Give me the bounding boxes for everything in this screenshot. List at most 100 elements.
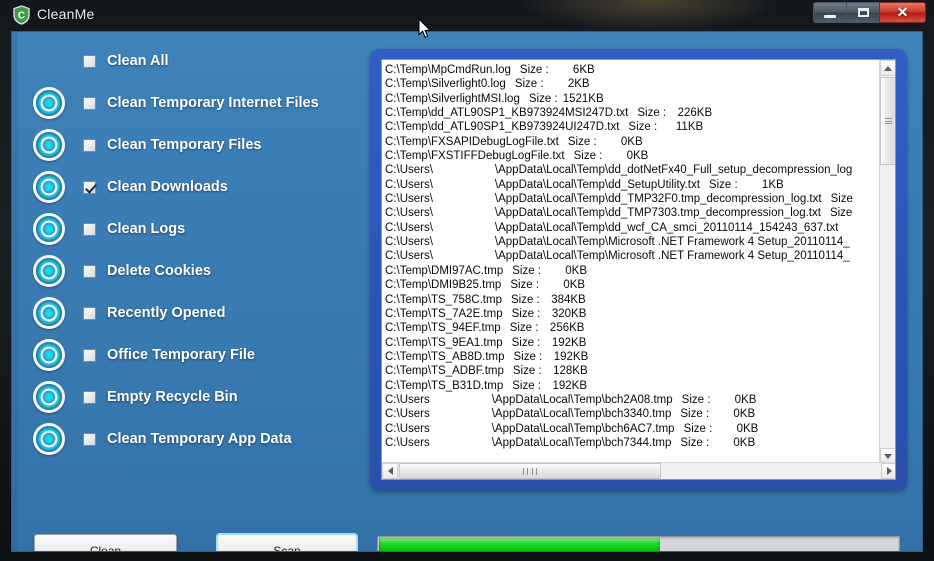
file-path: C:\Temp\TS_B31D.tmp	[385, 379, 504, 392]
file-size-value: 0KB	[565, 264, 587, 277]
file-path: \AppData\Local\Temp\dd_dotNetFx40_Full_s…	[494, 164, 853, 177]
file-list-row[interactable]: C:\Users \AppData\Local\Temp\bch2A08.tmp S…	[385, 393, 865, 407]
file-path: C:\Temp\dd_ATL90SP1_KB973924UI247D.txt	[385, 121, 620, 134]
file-size-value: 128KB	[553, 365, 588, 378]
scroll-grip-icon	[884, 116, 892, 125]
file-list-row[interactable]: C:\Temp\DMI97AC.tmp Size : 0KB	[385, 264, 865, 278]
file-list-row[interactable]: C:\Temp\TS_7A2E.tmp Size : 320KB	[385, 307, 865, 321]
file-list-row[interactable]: C:\Temp\TS_9EA1.tmp Size : 192KB	[385, 336, 865, 350]
option-checkbox[interactable]	[83, 54, 96, 68]
horizontal-scroll-thumb[interactable]	[399, 463, 661, 479]
scan-button[interactable]: Scan	[216, 533, 358, 551]
left-stripe	[12, 32, 18, 551]
option-indicator-icon[interactable]	[33, 255, 65, 287]
option-row[interactable]: Clean Logs	[20, 208, 365, 250]
window-controls: ✕	[813, 2, 926, 26]
file-size-value: 384KB	[551, 293, 586, 306]
option-label: Delete Cookies	[107, 263, 211, 279]
option-checkbox[interactable]	[83, 180, 96, 194]
file-path-prefix: C:\Users	[385, 422, 430, 435]
file-path: C:\Temp\TS_9EA1.tmp	[385, 336, 503, 349]
file-list-box[interactable]: C:\Temp\MpCmdRun.log Size :6KB C:\Temp\Sil…	[381, 59, 896, 480]
option-row[interactable]: Clean Temporary Internet Files	[20, 82, 365, 124]
file-path: \AppData\Local\Temp\dd_SetupUtility.txt	[494, 178, 700, 191]
file-size-label: Size :	[681, 393, 711, 406]
close-button[interactable]: ✕	[879, 2, 926, 23]
file-list-row[interactable]: C:\Users \AppData\Local\Temp\bch6AC7.tmp S…	[385, 422, 865, 436]
option-row[interactable]: Empty Recycle Bin	[20, 376, 365, 418]
file-list-row[interactable]: C:\Temp\TS_758C.tmp Size : 384KB	[385, 293, 865, 307]
scroll-left-icon[interactable]	[382, 463, 398, 479]
file-list-row[interactable]: C:\Users\ \AppData\Local\Temp\dd_TMP32F0.…	[385, 192, 865, 206]
option-indicator-icon[interactable]	[33, 171, 65, 203]
file-list-row[interactable]: C:\Temp\dd_ATL90SP1_KB973924MSI247D.txt S…	[385, 106, 865, 120]
option-checkbox[interactable]	[83, 432, 96, 446]
close-icon: ✕	[896, 4, 909, 20]
file-list-row[interactable]: C:\Users \AppData\Local\Temp\bch3340.tmp S…	[385, 407, 865, 421]
file-list-row[interactable]: C:\Temp\FXSTIFFDebugLogFile.txt Size : 0KB	[385, 149, 865, 163]
option-checkbox[interactable]	[83, 222, 96, 236]
file-size-label: Size :	[708, 178, 738, 191]
file-list-row[interactable]: C:\Users\ \AppData\Local\Temp\Microsoft .…	[385, 235, 865, 249]
option-indicator-icon[interactable]	[33, 213, 65, 245]
file-size-value: 1521KB	[562, 92, 604, 105]
option-checkbox[interactable]	[83, 96, 96, 110]
file-list-row[interactable]: C:\Temp\TS_ADBF.tmp Size : 128KB	[385, 364, 865, 378]
file-size-value: 0KB	[626, 150, 649, 163]
minimize-button[interactable]	[813, 2, 846, 23]
file-path: \AppData\Local\Temp\bch6AC7.tmp	[491, 422, 675, 435]
file-size-value: 0KB	[734, 393, 757, 406]
option-row[interactable]: Clean Downloads	[20, 166, 365, 208]
file-list-row[interactable]: C:\Users\ \AppData\Local\Temp\dd_wcf_CA_s…	[385, 221, 865, 235]
option-row[interactable]: Office Temporary File	[20, 334, 365, 376]
file-list-row[interactable]: C:\Temp\dd_ATL90SP1_KB973924UI247D.txt Si…	[385, 120, 865, 134]
option-checkbox[interactable]	[83, 306, 96, 320]
options-list: Clean All Clean Temporary Internet Files C…	[20, 40, 365, 460]
file-size-value: 226KB	[677, 107, 713, 120]
file-list-row[interactable]: C:\Temp\TS_B31D.tmp Size : 192KB	[385, 379, 865, 393]
option-checkbox[interactable]	[83, 138, 96, 152]
option-indicator-icon[interactable]	[33, 339, 65, 371]
vertical-scrollbar[interactable]	[879, 60, 895, 464]
file-path-prefix: C:\Users\	[385, 178, 433, 191]
file-list-row[interactable]: C:\Users\ \AppData\Local\Temp\dd_SetupUti…	[385, 178, 865, 192]
option-indicator-icon[interactable]	[33, 423, 65, 455]
scroll-up-icon[interactable]	[880, 60, 895, 76]
vertical-scroll-thumb[interactable]	[880, 77, 895, 165]
file-list-row[interactable]: C:\Users\ \AppData\Local\Temp\dd_dotNetFx…	[385, 163, 865, 177]
file-size-label: Size :	[680, 408, 710, 421]
file-path: C:\Temp\dd_ATL90SP1_KB973924MSI247D.txt	[385, 107, 629, 120]
horizontal-scrollbar[interactable]	[382, 462, 895, 479]
option-row[interactable]: Clean All	[20, 40, 365, 82]
file-list-row[interactable]: C:\Temp\Silverlight0.log Size : 2KB	[385, 77, 865, 91]
file-list-row[interactable]: C:\Temp\MpCmdRun.log Size : 6KB	[385, 63, 865, 77]
option-indicator-icon[interactable]	[33, 87, 65, 119]
file-list-row[interactable]: C:\Users \AppData\Local\Temp\bch7344.tmp S…	[385, 436, 865, 450]
file-list-row[interactable]: C:\Temp\TS_94EF.tmp Size : 256KB	[385, 321, 865, 335]
clean-button[interactable]: Clean	[34, 534, 177, 551]
file-list-row[interactable]: C:\Users\ \AppData\Local\Temp\Microsoft .…	[385, 249, 865, 263]
option-indicator-icon[interactable]	[33, 129, 65, 161]
scroll-right-icon[interactable]	[881, 463, 895, 479]
file-path: C:\Temp\TS_7A2E.tmp	[385, 307, 503, 320]
option-row[interactable]: Clean Temporary Files	[20, 124, 365, 166]
option-indicator-icon[interactable]	[33, 381, 65, 413]
file-list-row[interactable]: C:\Temp\FXSAPIDebugLogFile.txt Size : 0KB	[385, 135, 865, 149]
option-label: Clean Temporary App Data	[107, 431, 292, 447]
file-size-value: 192KB	[552, 379, 587, 392]
file-list-row[interactable]: C:\Temp\SilverlightMSI.log Size : 1521KB	[385, 92, 865, 106]
file-size-value: 0KB	[620, 135, 643, 148]
file-list-row[interactable]: C:\Temp\DMI9B25.tmp Size : 0KB	[385, 278, 865, 292]
file-path-prefix: C:\Users	[385, 393, 430, 406]
option-checkbox[interactable]	[83, 390, 96, 404]
option-indicator-icon[interactable]	[33, 297, 65, 329]
file-size-label: Size :	[519, 64, 549, 76]
file-list-row[interactable]: C:\Temp\TS_AB8D.tmp Size : 192KB	[385, 350, 865, 364]
option-checkbox[interactable]	[83, 264, 96, 278]
option-checkbox[interactable]	[83, 348, 96, 362]
option-row[interactable]: Clean Temporary App Data	[20, 418, 365, 460]
option-row[interactable]: Delete Cookies	[20, 250, 365, 292]
maximize-button[interactable]	[846, 2, 879, 23]
file-list-row[interactable]: C:\Users\ \AppData\Local\Temp\dd_TMP7303.…	[385, 206, 865, 220]
option-row[interactable]: Recently Opened	[20, 292, 365, 334]
